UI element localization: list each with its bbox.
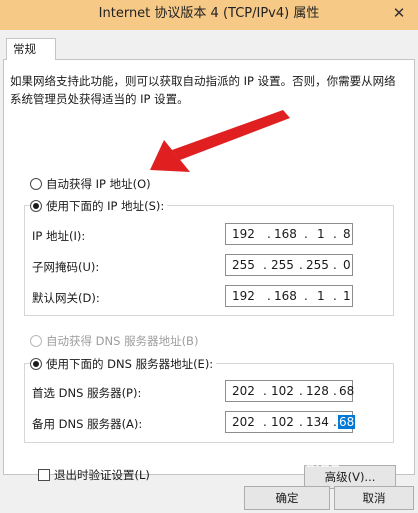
window-titlebar[interactable]: Internet 协议版本 4 (TCP/IPv4) 属性 ✕ [0, 0, 418, 30]
ip-octet: 255 [306, 258, 329, 272]
ip-octet: 255 [271, 258, 294, 272]
radio-auto-ip[interactable]: 自动获得 IP 地址(O) [30, 176, 154, 192]
ok-button[interactable]: 确定 [244, 486, 330, 510]
preferred-dns-input[interactable]: 202 . 102 . 128 . 68 [225, 380, 355, 402]
validate-checkbox-box[interactable] [38, 469, 50, 481]
alternate-dns-label: 备用 DNS 服务器(A): [32, 417, 143, 431]
ip-octet: 102 [271, 415, 294, 429]
radio-manual-dns-circle[interactable] [30, 358, 42, 370]
cancel-button[interactable]: 取消 [334, 486, 414, 510]
radio-manual-ip[interactable]: 使用下面的 IP 地址(S): [30, 198, 168, 214]
ip-octet: 255 [232, 258, 255, 272]
ip-octet: 128 [306, 384, 329, 398]
alternate-dns-input[interactable]: 202 . 102 . 134 . 68 [225, 411, 356, 433]
ip-octet: 202 [232, 384, 255, 398]
dialog-client-area: 常规 如果网络支持此功能，则可以获取自动指派的 IP 设置。否则，你需要从网络系… [0, 30, 418, 513]
validate-on-exit-checkbox[interactable]: 退出时验证设置(L) [38, 467, 150, 483]
validate-checkbox-label: 退出时验证设置(L) [54, 468, 150, 482]
general-panel: 如果网络支持此功能，则可以获取自动指派的 IP 设置。否则，你需要从网络系统管理… [3, 59, 415, 489]
ip-octet: 0 [343, 258, 351, 272]
subnet-mask-label: 子网掩码(U): [32, 260, 100, 274]
radio-auto-ip-circle[interactable] [30, 178, 42, 190]
subnet-mask-input[interactable]: 255 . 255 . 255 . 0 [225, 254, 353, 276]
ip-octet: 134 [306, 415, 329, 429]
intro-text: 如果网络支持此功能，则可以获取自动指派的 IP 设置。否则，你需要从网络系统管理… [10, 74, 396, 106]
ip-address-label: IP 地址(I): [32, 229, 86, 243]
close-icon[interactable]: ✕ [386, 3, 412, 25]
ip-octet: 202 [232, 415, 255, 429]
ip-octet: 68 [339, 384, 355, 398]
radio-manual-ip-label: 使用下面的 IP 地址(S): [46, 199, 165, 213]
window-title: Internet 协议版本 4 (TCP/IPv4) 属性 [98, 6, 320, 21]
ip-octet: 192 [232, 227, 255, 241]
ip-octet: 8 [343, 227, 351, 241]
radio-auto-dns-circle[interactable] [30, 335, 42, 347]
ip-octet: 1 [317, 289, 325, 303]
radio-manual-ip-circle[interactable] [30, 200, 42, 212]
default-gateway-input[interactable]: 192 . 168 . 1 . 1 [225, 285, 353, 307]
ip-octet: 1 [317, 227, 325, 241]
default-gateway-label: 默认网关(D): [32, 291, 100, 305]
radio-manual-dns-label: 使用下面的 DNS 服务器地址(E): [46, 357, 214, 371]
ip-address-input[interactable]: 192 . 168 . 1 . 8 [225, 223, 353, 245]
radio-auto-dns[interactable]: 自动获得 DNS 服务器地址(B) [30, 333, 202, 349]
radio-auto-ip-label: 自动获得 IP 地址(O) [46, 177, 151, 191]
watermark: Baidu [295, 455, 340, 471]
radio-auto-dns-label: 自动获得 DNS 服务器地址(B) [46, 334, 199, 348]
ip-octet-selected: 68 [338, 415, 356, 429]
ip-octet: 1 [343, 289, 351, 303]
ip-octet: 168 [274, 227, 297, 241]
ip-octet: 168 [274, 289, 297, 303]
preferred-dns-label: 首选 DNS 服务器(P): [32, 386, 142, 400]
radio-manual-dns[interactable]: 使用下面的 DNS 服务器地址(E): [30, 356, 217, 372]
tab-general[interactable]: 常规 [6, 38, 56, 60]
ip-octet: 192 [232, 289, 255, 303]
ip-octet: 102 [271, 384, 294, 398]
